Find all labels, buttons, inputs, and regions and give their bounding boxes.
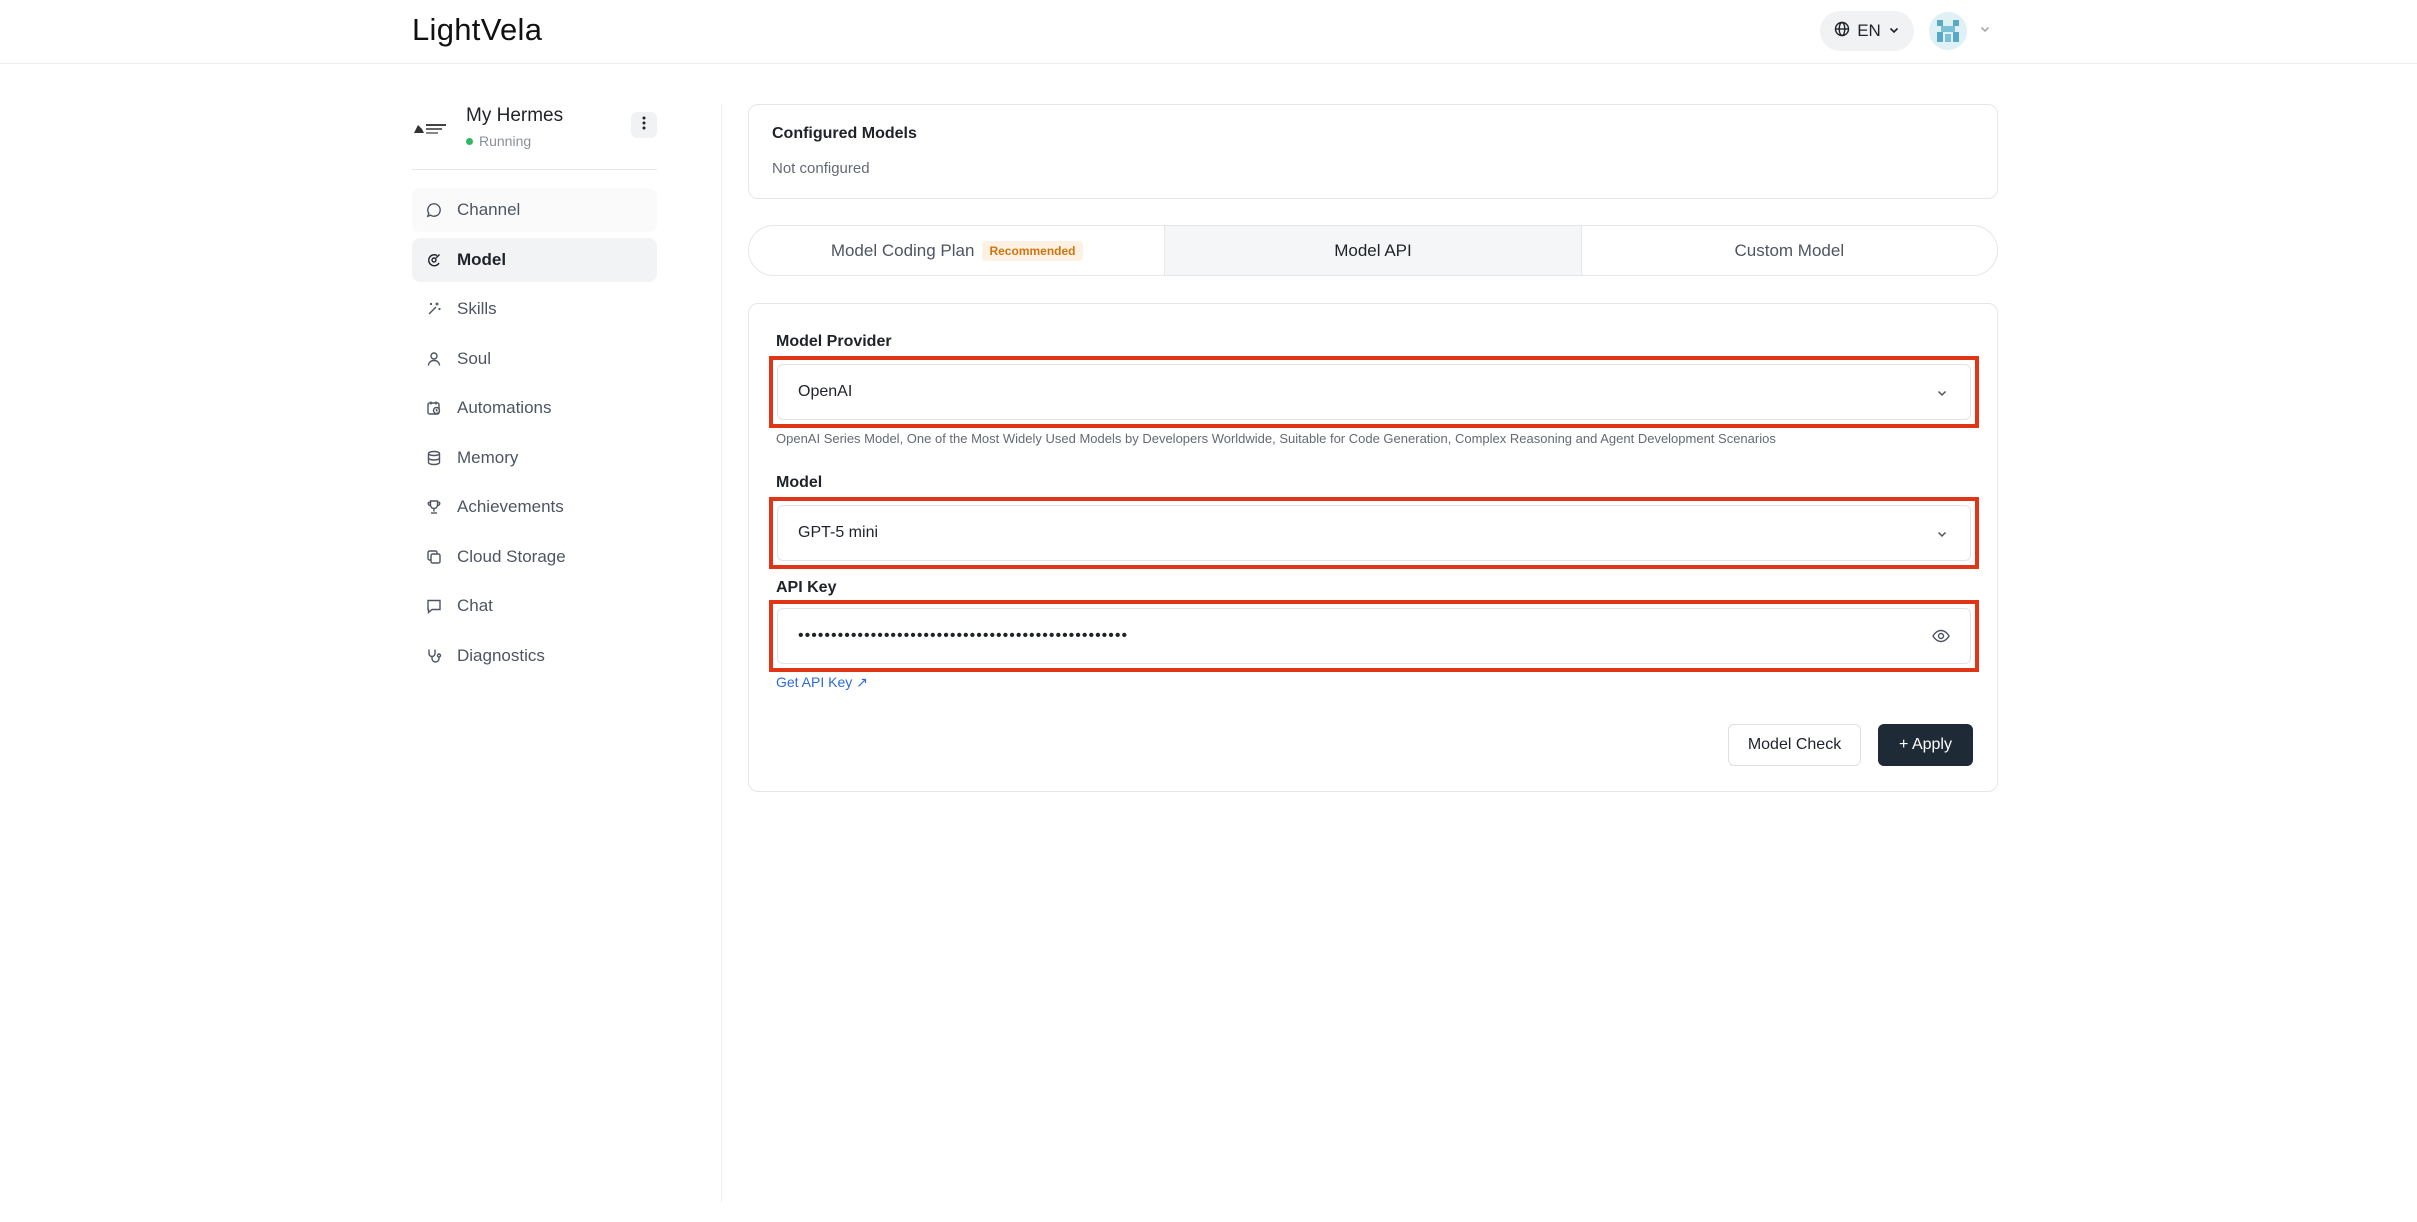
model-highlight: GPT-5 mini (769, 497, 1979, 569)
model-provider-select[interactable]: OpenAI (777, 364, 1971, 420)
language-selector[interactable]: EN (1820, 11, 1914, 51)
sidebar-item-chat[interactable]: Chat (412, 584, 657, 628)
sidebar-item-label: Chat (457, 596, 493, 615)
person-icon (425, 350, 443, 368)
vertical-dots-icon (642, 116, 646, 135)
api-key-value: ••••••••••••••••••••••••••••••••••••••••… (798, 627, 1129, 644)
agent-status-label: Running (479, 133, 532, 149)
user-avatar[interactable] (1929, 12, 1967, 50)
recommended-badge: Recommended (982, 240, 1083, 261)
sidebar-item-soul[interactable]: Soul (412, 337, 657, 381)
status-dot-icon (466, 137, 473, 145)
chevron-down-icon (1936, 527, 1948, 545)
stethoscope-icon (425, 647, 443, 665)
sidebar-item-label: Soul (457, 348, 492, 368)
model-provider-highlight: OpenAI (769, 356, 1979, 428)
sidebar-item-label: Cloud Storage (457, 546, 566, 566)
tab-label: Model Coding Plan (830, 240, 975, 260)
app-logo[interactable]: LightVela (412, 12, 542, 48)
calendar-clock-icon (425, 399, 443, 417)
sidebar-item-model[interactable]: Model (412, 237, 657, 282)
message-square-icon (425, 597, 443, 615)
tab-model-api[interactable]: Model API (1164, 226, 1581, 275)
eye-icon[interactable] (1932, 628, 1950, 649)
sidebar-item-memory[interactable]: Memory (412, 436, 657, 480)
agent-name: My Hermes (466, 105, 564, 126)
model-value: GPT-5 mini (798, 524, 879, 541)
sidebar-item-label: Diagnostics (457, 645, 545, 665)
sidebar-item-label: Channel (457, 200, 521, 219)
sparkle-icon (425, 300, 443, 318)
tab-custom-model[interactable]: Custom Model (1580, 226, 1997, 275)
sidebar-item-diagnostics[interactable]: Diagnostics (412, 634, 657, 678)
sidebar-item-achievements[interactable]: Achievements (412, 485, 657, 529)
sidebar: My Hermes Running Channel Model Skills S… (412, 100, 657, 665)
tab-label: Custom Model (1734, 240, 1845, 260)
agent-card: My Hermes Running (412, 100, 657, 170)
model-api-form: Model Provider OpenAI OpenAI Series Mode… (748, 303, 1998, 792)
copy-files-icon (425, 548, 443, 566)
apply-button[interactable]: + Apply (1878, 724, 1973, 766)
account-menu-chevron-icon[interactable] (1979, 22, 1991, 40)
chat-bubble-icon (425, 201, 443, 219)
sidebar-item-label: Memory (457, 447, 519, 467)
configured-models-card: Configured Models Not configured (748, 104, 1998, 199)
globe-icon (1834, 21, 1850, 42)
model-check-button[interactable]: Model Check (1728, 724, 1861, 766)
model-label: Model (776, 474, 823, 491)
sidebar-divider (721, 104, 722, 1202)
api-key-highlight: ••••••••••••••••••••••••••••••••••••••••… (769, 600, 1979, 672)
trophy-icon (425, 498, 443, 516)
model-icon (425, 251, 443, 269)
sidebar-nav: Channel Model Skills Soul Automations Me… (412, 188, 657, 683)
configured-models-value: Not configured (772, 160, 870, 177)
sidebar-item-label: Achievements (457, 497, 564, 516)
sidebar-item-automations[interactable]: Automations (412, 386, 657, 430)
language-label: EN (1857, 21, 1881, 40)
tab-label: Model API (1334, 240, 1412, 260)
database-icon (425, 449, 443, 467)
model-provider-hint: OpenAI Series Model, One of the Most Wid… (776, 431, 1776, 446)
api-key-label: API Key (776, 579, 837, 596)
model-provider-label: Model Provider (776, 333, 892, 350)
sidebar-item-skills[interactable]: Skills (412, 287, 657, 331)
top-bar: LightVela EN (0, 0, 2417, 64)
sidebar-item-cloud-storage[interactable]: Cloud Storage (412, 535, 657, 579)
api-key-input[interactable]: ••••••••••••••••••••••••••••••••••••••••… (777, 608, 1971, 664)
tab-model-coding-plan[interactable]: Model Coding Plan Recommended (749, 226, 1164, 275)
get-api-key-link[interactable]: Get API Key ↗ (776, 674, 868, 691)
sidebar-item-label: Model (457, 249, 507, 269)
chevron-down-icon (1888, 21, 1900, 41)
agent-status: Running (466, 133, 531, 149)
model-select[interactable]: GPT-5 mini (777, 505, 1971, 561)
sidebar-item-channel[interactable]: Channel (412, 188, 657, 232)
chevron-down-icon (1936, 386, 1948, 404)
more-options-button[interactable] (631, 112, 657, 138)
model-source-tabs: Model Coding Plan Recommended Model API … (748, 225, 1998, 276)
sidebar-item-label: Automations (457, 398, 552, 417)
configured-models-title: Configured Models (772, 125, 917, 142)
model-provider-value: OpenAI (798, 383, 853, 400)
agent-logo-icon (412, 116, 450, 140)
sidebar-item-label: Skills (457, 299, 497, 318)
